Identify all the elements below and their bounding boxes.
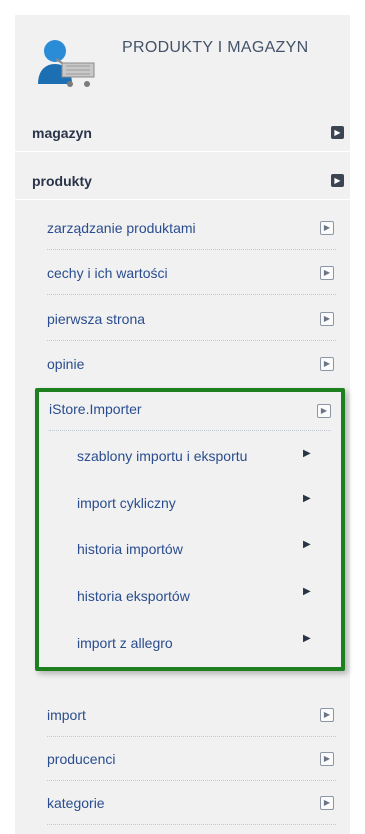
submenu-item-opinie[interactable]: opinie ▶ xyxy=(15,342,350,386)
menu-title: PRODUKTY I MAGAZYN xyxy=(122,39,309,56)
submenu-label: zarządzanie produktami xyxy=(47,220,196,236)
istore-importer-section: iStore.Importer ▶ szablony importu i eks… xyxy=(35,388,345,671)
nested-item-historia-eksportow[interactable]: historia eksportów xyxy=(77,588,190,604)
arrow-right-light-icon[interactable]: ▶ xyxy=(320,312,334,326)
triangle-right-icon: ▶ xyxy=(303,586,311,597)
submenu-item-kategorie[interactable]: kategorie ▶ xyxy=(15,781,350,825)
triangle-right-icon: ▶ xyxy=(303,493,311,504)
submenu-item-import[interactable]: import ▶ xyxy=(15,693,350,737)
submenu-item-zarzadzanie[interactable]: zarządzanie produktami ▶ xyxy=(15,206,350,250)
arrow-right-light-icon[interactable]: ▶ xyxy=(320,221,334,235)
arrow-right-light-icon[interactable]: ▶ xyxy=(320,752,334,766)
triangle-right-icon: ▶ xyxy=(303,633,311,644)
triangle-right-icon: ▶ xyxy=(303,448,311,459)
submenu-label: import xyxy=(47,707,86,723)
arrow-right-dark-icon[interactable]: ▶ xyxy=(331,174,344,187)
submenu-label: kategorie xyxy=(47,795,105,811)
nested-item-szablony[interactable]: szablony importu i eksportu xyxy=(77,448,247,464)
arrow-right-light-icon[interactable]: ▶ xyxy=(320,266,334,280)
menu-item-label: produkty xyxy=(32,172,92,189)
nested-item-import-z-allegro[interactable]: import z allegro xyxy=(77,635,173,651)
menu-item-label: magazyn xyxy=(32,124,92,141)
submenu-item-cechy[interactable]: cechy i ich wartości ▶ xyxy=(15,251,350,295)
divider xyxy=(47,824,336,825)
submenu-item-pierwsza-strona[interactable]: pierwsza strona ▶ xyxy=(15,297,350,341)
menu-item-magazyn[interactable]: magazyn ▶ xyxy=(15,114,350,152)
triangle-right-icon: ▶ xyxy=(303,539,311,550)
divider xyxy=(47,340,336,341)
user-cart-icon xyxy=(38,40,95,87)
submenu-item-producenci[interactable]: producenci ▶ xyxy=(15,737,350,781)
divider xyxy=(47,294,336,295)
nested-item-historia-importow[interactable]: historia importów xyxy=(77,541,183,557)
submenu-label: producenci xyxy=(47,751,116,767)
products-warehouse-menu: PRODUKTY I MAGAZYN magazyn ▶ produkty ▶ … xyxy=(15,15,350,834)
arrow-right-light-icon[interactable]: ▶ xyxy=(320,708,334,722)
arrow-right-dark-icon[interactable]: ▶ xyxy=(331,126,344,139)
submenu-label: opinie xyxy=(47,356,85,372)
submenu-label: pierwsza strona xyxy=(47,311,146,327)
arrow-right-light-icon[interactable]: ▶ xyxy=(317,404,331,418)
submenu-label: cechy i ich wartości xyxy=(47,265,168,281)
menu-header: PRODUKTY I MAGAZYN xyxy=(15,15,350,115)
divider xyxy=(49,430,331,431)
arrow-right-light-icon[interactable]: ▶ xyxy=(320,796,334,810)
nested-item-import-cykliczny[interactable]: import cykliczny xyxy=(77,495,176,511)
arrow-right-light-icon[interactable]: ▶ xyxy=(320,357,334,371)
divider xyxy=(47,249,336,250)
menu-item-produkty[interactable]: produkty ▶ xyxy=(15,162,350,200)
submenu-item-istore-importer[interactable]: iStore.Importer xyxy=(49,401,142,417)
